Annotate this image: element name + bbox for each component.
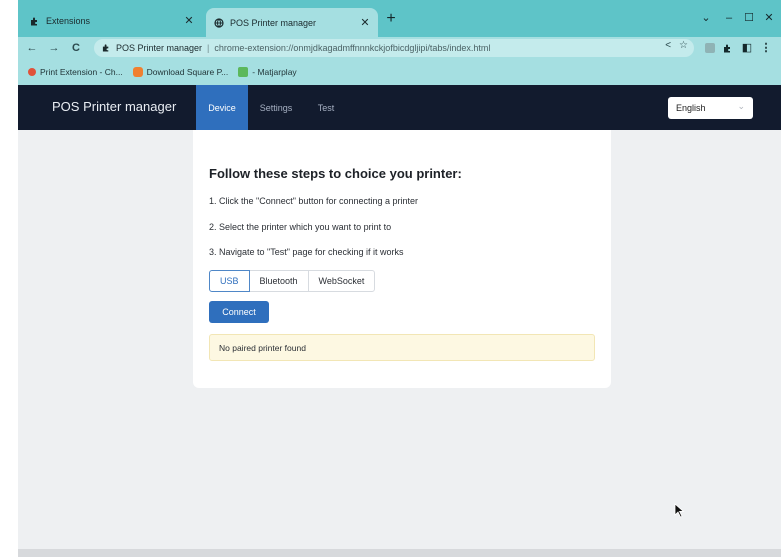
new-tab-button[interactable]: + [382,10,400,28]
bookmark-matjarplay[interactable]: - Matjarplay [238,67,297,77]
maximize-icon[interactable]: ☐ [740,10,758,26]
websocket-option[interactable]: WebSocket [307,270,376,292]
site-name: POS Printer manager [116,43,203,53]
browser-window: Extensions ✕ POS Printer manager ✕ + ⌄ –… [18,0,781,557]
app-brand[interactable]: POS Printer manager [52,99,176,114]
tab-title: POS Printer manager [230,17,317,28]
share-icon[interactable]: < [665,40,671,51]
tab-search-icon[interactable]: ⌄ [697,10,715,26]
extensions-puzzle-icon[interactable] [720,40,736,58]
bookmark-label: Download Square P... [146,67,229,77]
step-2: 2. Select the printer which you want to … [209,222,392,232]
close-icon[interactable]: ✕ [358,16,372,29]
tab-pos-printer-manager[interactable]: POS Printer manager ✕ [206,8,378,37]
bookmark-download-square[interactable]: Download Square P... [132,67,229,77]
usb-option[interactable]: USB [209,270,250,292]
bookmarks-bar: Print Extension - Ch... Download Square … [18,59,781,85]
window-bottom-edge [18,549,781,557]
chevron-down-icon: ⌄ [737,101,745,111]
close-icon[interactable]: ✕ [182,14,196,27]
square-pos-icon [132,67,143,77]
reload-icon[interactable]: C [68,40,84,56]
bookmark-print-extension[interactable]: Print Extension - Ch... [28,67,123,77]
globe-icon [214,17,224,28]
tab-strip: Extensions ✕ POS Printer manager ✕ + ⌄ –… [18,0,781,37]
extension-grey-icon[interactable] [702,40,718,58]
tab-settings[interactable]: Settings [250,85,302,130]
minimize-icon[interactable]: – [720,10,738,26]
device-card: Follow these steps to choice you printer… [193,130,611,388]
address-separator: | [207,43,210,53]
connection-type-group: USB Bluetooth WebSocket [209,270,376,292]
mouse-cursor-icon [674,503,685,518]
no-printer-alert: No paired printer found [209,334,595,361]
back-icon[interactable]: ← [24,40,40,56]
browser-toolbar: ← → C POS Printer manager | chrome-exten… [18,37,781,59]
language-value: English [676,103,706,113]
language-select[interactable]: English ⌄ [668,97,753,119]
app-navbar: POS Printer manager Device Settings Test… [18,85,781,130]
step-3: 3. Navigate to "Test" page for checking … [209,247,404,257]
step-1: 1. Click the "Connect" button for connec… [209,196,419,206]
bookmark-label: Print Extension - Ch... [40,67,123,77]
tab-device[interactable]: Device [196,85,248,130]
side-panel-icon[interactable]: ◧ [739,40,755,56]
puzzle-icon [102,43,112,54]
puzzle-icon [30,16,40,26]
url-text: chrome-extension://onmjdkagadmffnnnkckjo… [214,43,491,53]
forward-icon[interactable]: → [46,40,62,56]
bluetooth-option[interactable]: Bluetooth [248,270,309,292]
tab-extensions[interactable]: Extensions ✕ [22,8,202,33]
card-title: Follow these steps to choice you printer… [209,166,462,181]
bookmark-star-icon[interactable]: ☆ [679,40,688,51]
tab-test[interactable]: Test [304,85,348,130]
bookmark-label: - Matjarplay [252,67,297,77]
connect-button[interactable]: Connect [209,301,269,323]
address-bar[interactable]: POS Printer manager | chrome-extension:/… [94,39,694,57]
printer-icon [28,68,36,76]
tab-title: Extensions [46,15,91,26]
window-close-icon[interactable]: ✕ [760,10,778,26]
matjarplay-icon [238,67,249,77]
menu-kebab-icon[interactable]: ⋮ [758,40,774,56]
